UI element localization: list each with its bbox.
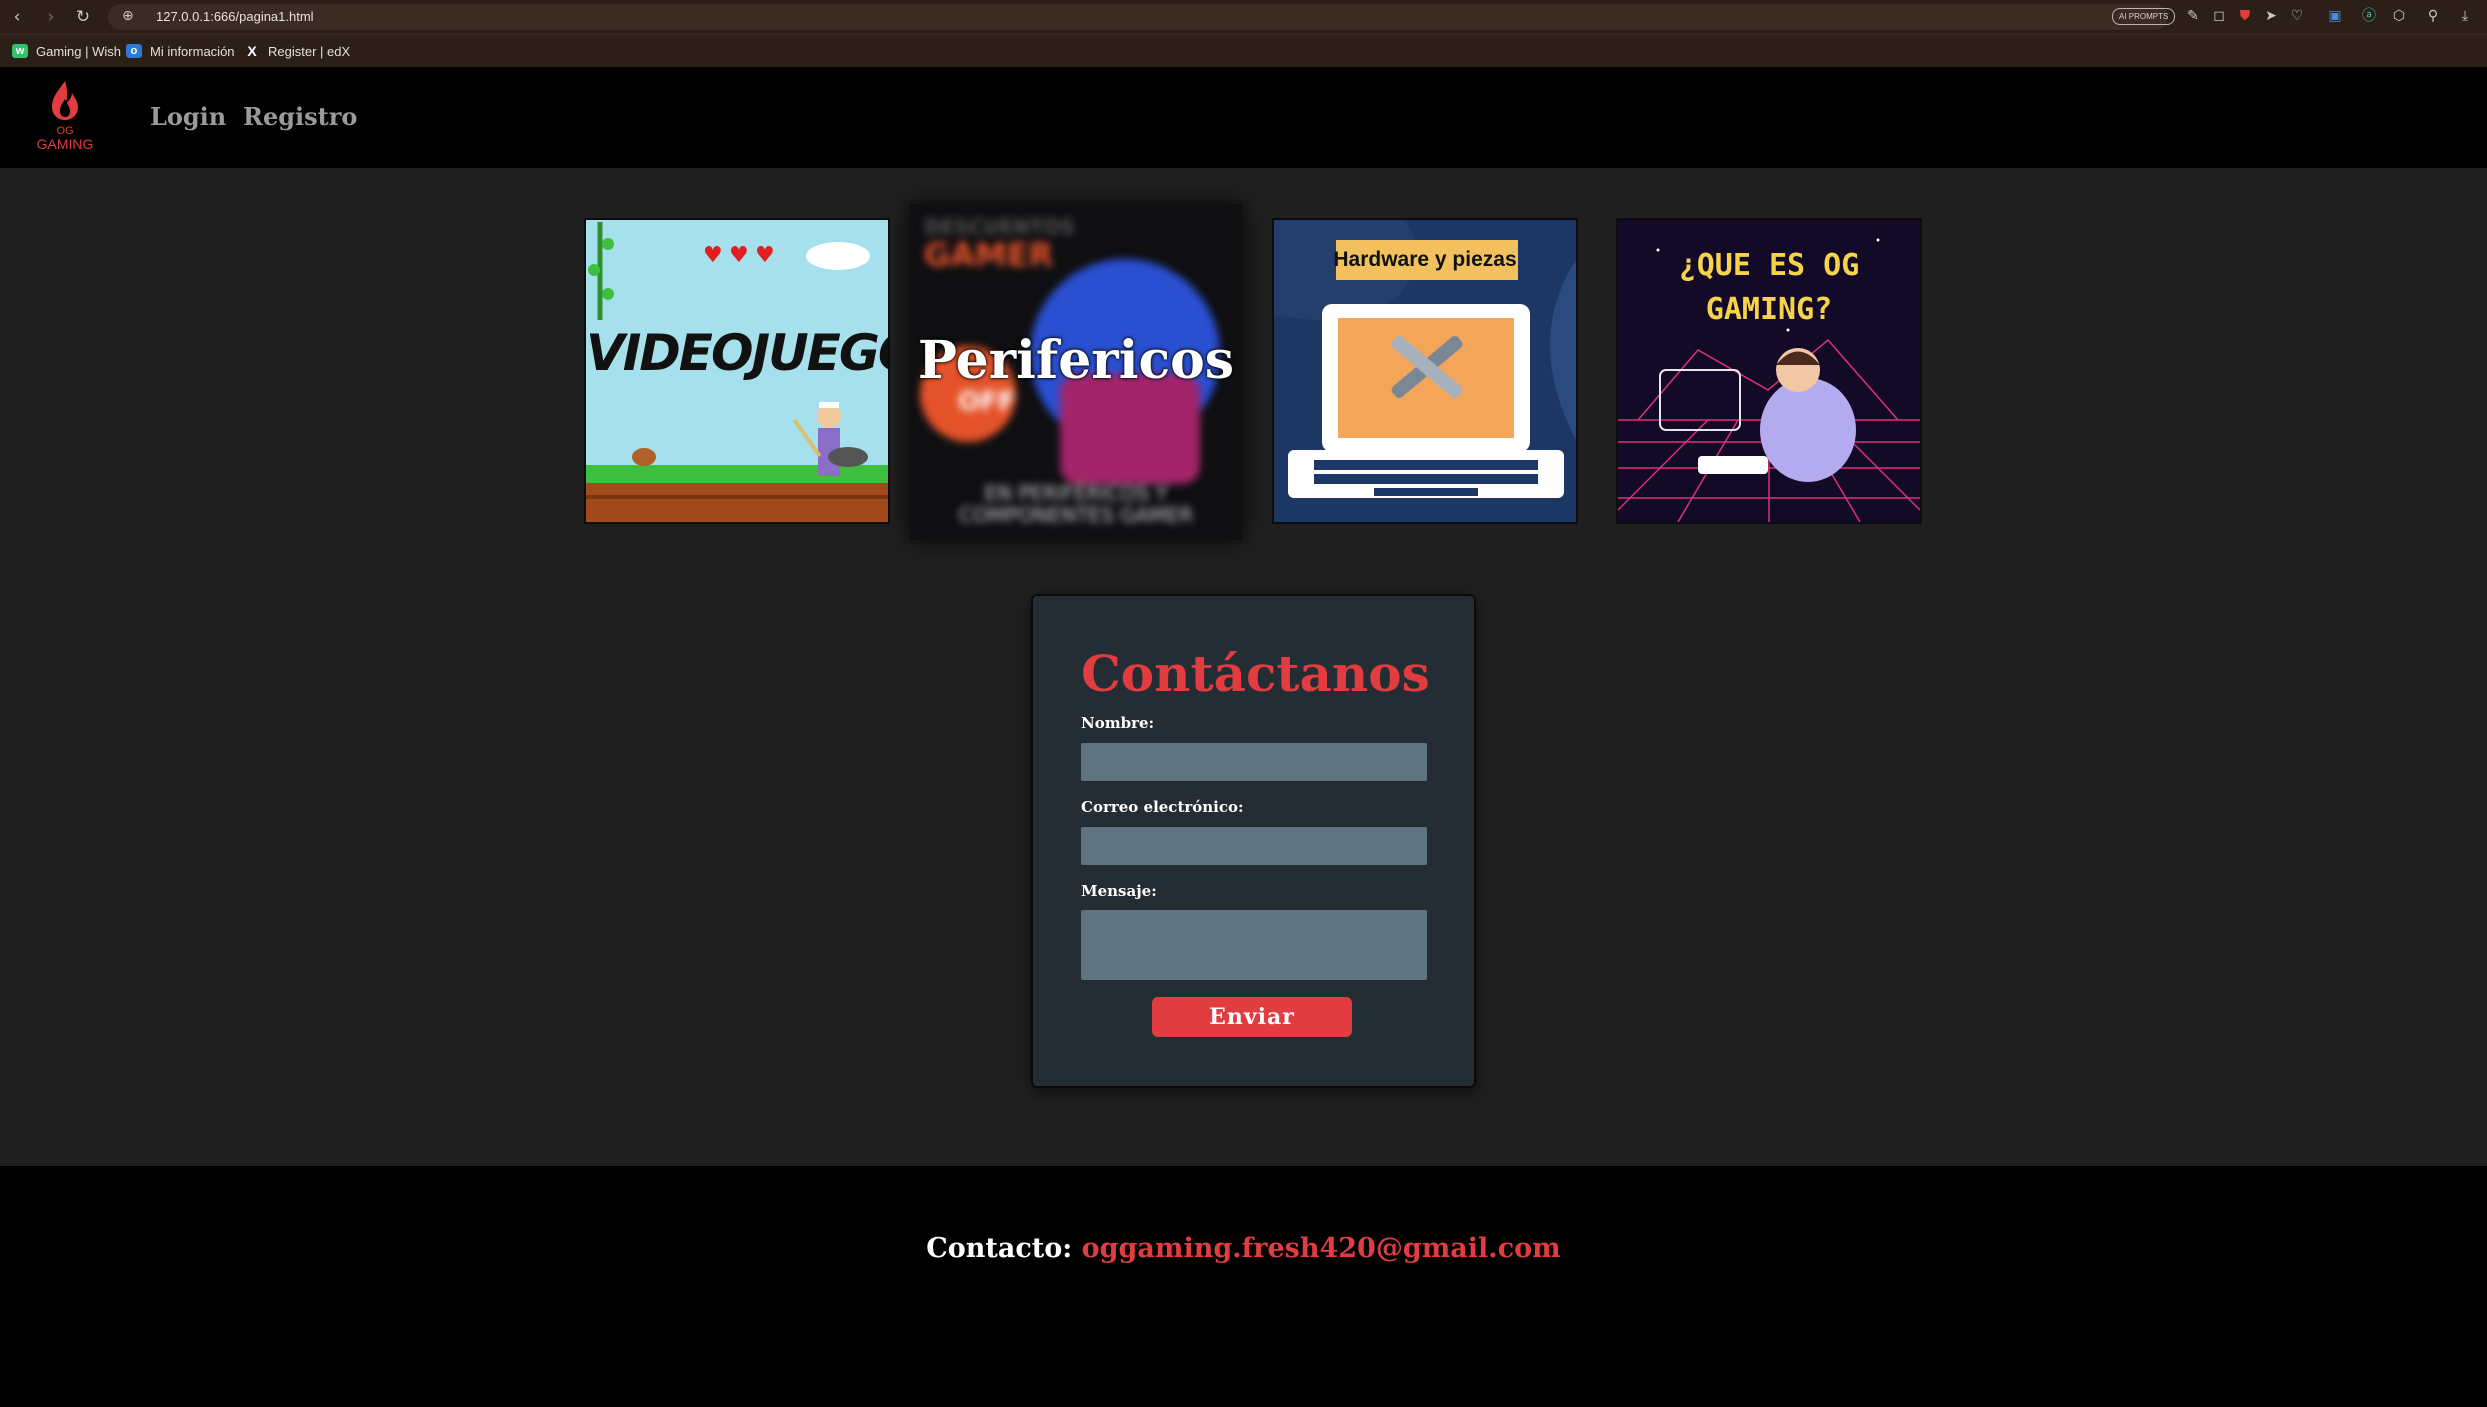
- bookmark-label: Gaming | Wish: [36, 43, 122, 59]
- card-que-es[interactable]: ¿QUE ES OG GAMING?: [1616, 218, 1922, 524]
- card-videojuegos[interactable]: ♥ ♥ ♥ VIDEOJUEGOS: [584, 218, 890, 524]
- nombre-input[interactable]: [1081, 743, 1427, 781]
- card-label: Hardware y piezas: [1333, 248, 1517, 271]
- back-icon[interactable]: ‹: [6, 6, 28, 28]
- bookmark-label: Mi información: [150, 43, 235, 59]
- correo-label: Correo electrónico:: [1081, 798, 1244, 816]
- nav-registro-link[interactable]: Registro: [243, 102, 357, 131]
- card-label: Perifericos: [917, 330, 1235, 391]
- shield-icon[interactable]: ⛊: [2235, 6, 2255, 26]
- flame-icon: OG GAMING: [37, 81, 94, 152]
- send-icon[interactable]: ➤: [2261, 6, 2281, 26]
- bookmark-gaming-wish[interactable]: w Gaming | Wish: [12, 42, 121, 60]
- svg-text:EN PERIFÉRICOS Y: EN PERIFÉRICOS Y: [984, 481, 1168, 505]
- extension-a-icon[interactable]: ⓐ: [2359, 6, 2379, 26]
- browser-toolbar: ‹ › ↻ ⊕ 127.0.0.1:666/pagina1.html AI PR…: [0, 0, 2487, 34]
- card-label: ¿QUE ES OG GAMING?: [1678, 248, 1860, 327]
- svg-text:GAMER: GAMER: [924, 236, 1053, 274]
- screenshot-icon[interactable]: ◻: [2209, 6, 2229, 26]
- bookmark-register-edx[interactable]: X Register | edX: [244, 42, 350, 60]
- main-content: ♥ ♥ ♥ VIDEOJUEGOS DESCUENTOS GAMER OFF E…: [0, 168, 2487, 1166]
- footer-contact-label: Contacto:: [926, 1233, 1073, 1264]
- reload-icon[interactable]: ↻: [72, 6, 94, 28]
- bookmark-mi-informacion[interactable]: o Mi información: [126, 42, 235, 60]
- profile-icon[interactable]: ⚲: [2423, 6, 2443, 26]
- bookmarks-bar: w Gaming | Wish o Mi información X Regis…: [0, 34, 2487, 67]
- nombre-label: Nombre:: [1081, 714, 1155, 732]
- nav-login-link[interactable]: Login: [150, 102, 226, 131]
- enviar-button[interactable]: Enviar: [1152, 997, 1352, 1037]
- wish-icon: w: [12, 44, 28, 58]
- svg-text:♥: ♥: [729, 243, 749, 268]
- outlook-icon: o: [126, 44, 142, 58]
- card-perifericos[interactable]: DESCUENTOS GAMER OFF EN PERIFÉRICOS Y CO…: [910, 204, 1242, 540]
- correo-input[interactable]: [1081, 827, 1427, 865]
- extensions-icon[interactable]: ⬡: [2389, 6, 2409, 26]
- svg-text:GAMING: GAMING: [37, 136, 94, 152]
- contact-form: Contáctanos Nombre: Correo electrónico: …: [1031, 594, 1476, 1088]
- svg-text:♥: ♥: [703, 243, 723, 268]
- card-label: VIDEOJUEGOS: [586, 324, 888, 382]
- translate-icon[interactable]: ▣: [2325, 6, 2345, 26]
- heart-icon[interactable]: ♡: [2287, 6, 2307, 26]
- site-info-icon[interactable]: ⊕: [122, 8, 134, 24]
- mensaje-label: Mensaje:: [1081, 882, 1157, 900]
- svg-text:♥: ♥: [755, 243, 775, 268]
- url-text[interactable]: 127.0.0.1:666/pagina1.html: [156, 9, 314, 24]
- address-bar[interactable]: ⊕ 127.0.0.1:666/pagina1.html: [108, 4, 2168, 30]
- footer-email-link[interactable]: oggaming.fresh420@gmail.com: [1082, 1233, 1561, 1264]
- svg-text:COMPONENTES GAMER: COMPONENTES GAMER: [959, 503, 1193, 527]
- mensaje-textarea[interactable]: [1081, 910, 1427, 980]
- card-hardware[interactable]: Hardware y piezas: [1272, 218, 1578, 524]
- share-icon[interactable]: ✎: [2183, 6, 2203, 26]
- og-gaming-logo[interactable]: OG GAMING: [30, 77, 100, 157]
- contact-title: Contáctanos: [1081, 644, 1430, 703]
- forward-icon[interactable]: ›: [40, 6, 62, 28]
- download-icon[interactable]: ⤓: [2455, 6, 2475, 26]
- bookmark-label: Register | edX: [268, 43, 351, 59]
- x-icon: X: [247, 43, 257, 59]
- site-header: OG GAMING Login Registro: [0, 67, 2487, 168]
- ai-prompts-button[interactable]: AI PROMPTS: [2112, 8, 2176, 25]
- svg-text:OFF: OFF: [958, 387, 1016, 417]
- site-footer: Contacto: oggaming.fresh420@gmail.com: [0, 1166, 2487, 1407]
- footer-contact: Contacto: oggaming.fresh420@gmail.com: [0, 1233, 2487, 1264]
